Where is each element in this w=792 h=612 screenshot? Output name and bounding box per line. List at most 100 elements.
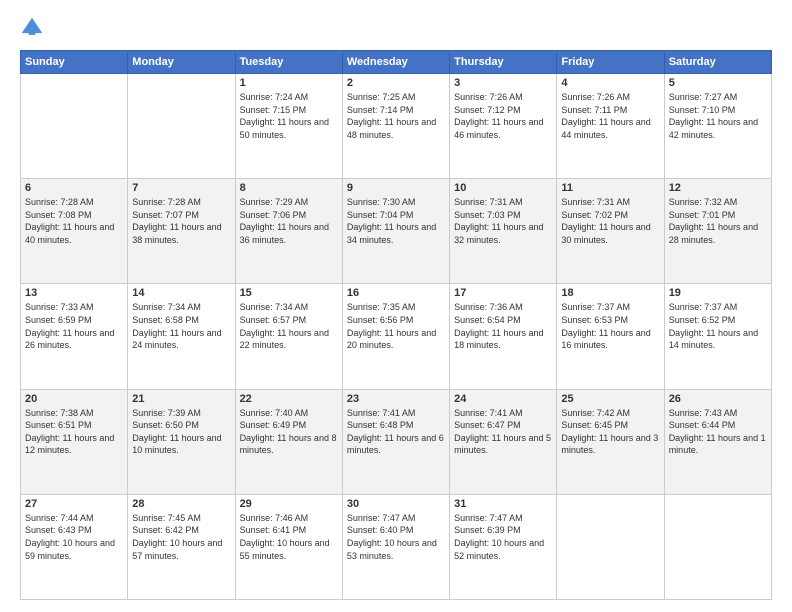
- day-number: 17: [454, 287, 552, 299]
- calendar: SundayMondayTuesdayWednesdayThursdayFrid…: [20, 50, 772, 600]
- day-info: Sunrise: 7:24 AM Sunset: 7:15 PM Dayligh…: [240, 91, 338, 141]
- day-cell: 25Sunrise: 7:42 AM Sunset: 6:45 PM Dayli…: [557, 389, 664, 494]
- day-cell: 1Sunrise: 7:24 AM Sunset: 7:15 PM Daylig…: [235, 74, 342, 179]
- day-info: Sunrise: 7:47 AM Sunset: 6:39 PM Dayligh…: [454, 512, 552, 562]
- day-number: 14: [132, 287, 230, 299]
- day-cell: 21 Sunrise: 7:39 AM Sunset: 6:50 PM Dayli…: [128, 389, 235, 494]
- day-info: Sunrise: 7:33 AM Sunset: 6:59 PM Dayligh…: [25, 301, 123, 351]
- day-cell: 6 Sunrise: 7:28 AM Sunset: 7:08 PM Daylig…: [21, 179, 128, 284]
- day-info: Sunrise: 7:45 AM Sunset: 6:42 PM Dayligh…: [132, 512, 230, 562]
- day-cell: 29 Sunrise: 7:46 AM Sunset: 6:41 PM Dayli…: [235, 494, 342, 599]
- day-cell: 10Sunrise: 7:31 AM Sunset: 7:03 PM Dayli…: [450, 179, 557, 284]
- day-info: Sunrise: 7:37 AM Sunset: 6:53 PM Dayligh…: [561, 301, 659, 351]
- day-info: Sunrise: 7:39 AM Sunset: 6:50 PM Dayligh…: [132, 407, 230, 457]
- day-info: Sunrise: 7:41 AM Sunset: 6:48 PM Dayligh…: [347, 407, 445, 457]
- day-cell: 13Sunrise: 7:33 AM Sunset: 6:59 PM Dayli…: [21, 284, 128, 389]
- day-info: Sunrise: 7:37 AM Sunset: 6:52 PM Dayligh…: [669, 301, 767, 351]
- day-number: 11: [561, 182, 659, 194]
- day-cell: [21, 74, 128, 179]
- day-number: 6: [25, 182, 123, 194]
- logo-icon: [20, 16, 44, 40]
- week-row-0: 1Sunrise: 7:24 AM Sunset: 7:15 PM Daylig…: [21, 74, 772, 179]
- day-cell: 14 Sunrise: 7:34 AM Sunset: 6:58 PM Dayli…: [128, 284, 235, 389]
- day-cell: 9 Sunrise: 7:30 AM Sunset: 7:04 PM Daylig…: [342, 179, 449, 284]
- day-number: 19: [669, 287, 767, 299]
- day-info: Sunrise: 7:25 AM Sunset: 7:14 PM Dayligh…: [347, 91, 445, 141]
- day-cell: 8 Sunrise: 7:29 AM Sunset: 7:06 PM Daylig…: [235, 179, 342, 284]
- day-number: 24: [454, 393, 552, 405]
- day-info: Sunrise: 7:31 AM Sunset: 7:02 PM Dayligh…: [561, 196, 659, 246]
- header-row: SundayMondayTuesdayWednesdayThursdayFrid…: [21, 51, 772, 74]
- week-row-4: 27Sunrise: 7:44 AM Sunset: 6:43 PM Dayli…: [21, 494, 772, 599]
- day-cell: 2 Sunrise: 7:25 AM Sunset: 7:14 PM Daylig…: [342, 74, 449, 179]
- day-info: Sunrise: 7:30 AM Sunset: 7:04 PM Dayligh…: [347, 196, 445, 246]
- day-number: 9: [347, 182, 445, 194]
- day-number: 18: [561, 287, 659, 299]
- day-number: 26: [669, 393, 767, 405]
- day-number: 16: [347, 287, 445, 299]
- day-number: 30: [347, 498, 445, 510]
- day-number: 7: [132, 182, 230, 194]
- header-cell-thursday: Thursday: [450, 51, 557, 74]
- day-cell: [664, 494, 771, 599]
- day-number: 15: [240, 287, 338, 299]
- day-cell: 18 Sunrise: 7:37 AM Sunset: 6:53 PM Dayli…: [557, 284, 664, 389]
- day-info: Sunrise: 7:40 AM Sunset: 6:49 PM Dayligh…: [240, 407, 338, 457]
- header-cell-wednesday: Wednesday: [342, 51, 449, 74]
- day-cell: 7 Sunrise: 7:28 AM Sunset: 7:07 PM Daylig…: [128, 179, 235, 284]
- header: [20, 16, 772, 40]
- day-number: 27: [25, 498, 123, 510]
- day-info: Sunrise: 7:26 AM Sunset: 7:11 PM Dayligh…: [561, 91, 659, 141]
- day-info: Sunrise: 7:26 AM Sunset: 7:12 PM Dayligh…: [454, 91, 552, 141]
- header-cell-tuesday: Tuesday: [235, 51, 342, 74]
- day-cell: 4 Sunrise: 7:26 AM Sunset: 7:11 PM Daylig…: [557, 74, 664, 179]
- day-number: 12: [669, 182, 767, 194]
- week-row-1: 6 Sunrise: 7:28 AM Sunset: 7:08 PM Daylig…: [21, 179, 772, 284]
- day-number: 10: [454, 182, 552, 194]
- week-row-2: 13Sunrise: 7:33 AM Sunset: 6:59 PM Dayli…: [21, 284, 772, 389]
- day-info: Sunrise: 7:28 AM Sunset: 7:07 PM Dayligh…: [132, 196, 230, 246]
- day-info: Sunrise: 7:27 AM Sunset: 7:10 PM Dayligh…: [669, 91, 767, 141]
- day-cell: 19 Sunrise: 7:37 AM Sunset: 6:52 PM Dayli…: [664, 284, 771, 389]
- day-number: 21: [132, 393, 230, 405]
- day-info: Sunrise: 7:38 AM Sunset: 6:51 PM Dayligh…: [25, 407, 123, 457]
- day-number: 2: [347, 77, 445, 89]
- day-cell: 27Sunrise: 7:44 AM Sunset: 6:43 PM Dayli…: [21, 494, 128, 599]
- day-number: 29: [240, 498, 338, 510]
- day-cell: [557, 494, 664, 599]
- day-info: Sunrise: 7:34 AM Sunset: 6:58 PM Dayligh…: [132, 301, 230, 351]
- day-cell: 20 Sunrise: 7:38 AM Sunset: 6:51 PM Dayli…: [21, 389, 128, 494]
- day-cell: 17 Sunrise: 7:36 AM Sunset: 6:54 PM Dayli…: [450, 284, 557, 389]
- day-info: Sunrise: 7:36 AM Sunset: 6:54 PM Dayligh…: [454, 301, 552, 351]
- header-cell-monday: Monday: [128, 51, 235, 74]
- day-number: 31: [454, 498, 552, 510]
- day-cell: 31 Sunrise: 7:47 AM Sunset: 6:39 PM Dayli…: [450, 494, 557, 599]
- day-number: 8: [240, 182, 338, 194]
- day-info: Sunrise: 7:35 AM Sunset: 6:56 PM Dayligh…: [347, 301, 445, 351]
- day-info: Sunrise: 7:47 AM Sunset: 6:40 PM Dayligh…: [347, 512, 445, 562]
- day-number: 5: [669, 77, 767, 89]
- day-cell: 5 Sunrise: 7:27 AM Sunset: 7:10 PM Daylig…: [664, 74, 771, 179]
- day-info: Sunrise: 7:28 AM Sunset: 7:08 PM Dayligh…: [25, 196, 123, 246]
- day-number: 25: [561, 393, 659, 405]
- day-cell: 16 Sunrise: 7:35 AM Sunset: 6:56 PM Dayli…: [342, 284, 449, 389]
- header-cell-sunday: Sunday: [21, 51, 128, 74]
- page: SundayMondayTuesdayWednesdayThursdayFrid…: [0, 0, 792, 612]
- day-cell: 24 Sunrise: 7:41 AM Sunset: 6:47 PM Dayli…: [450, 389, 557, 494]
- day-number: 28: [132, 498, 230, 510]
- day-cell: 11 Sunrise: 7:31 AM Sunset: 7:02 PM Dayli…: [557, 179, 664, 284]
- day-number: 22: [240, 393, 338, 405]
- day-info: Sunrise: 7:41 AM Sunset: 6:47 PM Dayligh…: [454, 407, 552, 457]
- day-cell: 23Sunrise: 7:41 AM Sunset: 6:48 PM Dayli…: [342, 389, 449, 494]
- day-number: 3: [454, 77, 552, 89]
- day-cell: 3 Sunrise: 7:26 AM Sunset: 7:12 PM Daylig…: [450, 74, 557, 179]
- day-info: Sunrise: 7:43 AM Sunset: 6:44 PM Dayligh…: [669, 407, 767, 457]
- day-cell: 30 Sunrise: 7:47 AM Sunset: 6:40 PM Dayli…: [342, 494, 449, 599]
- day-info: Sunrise: 7:46 AM Sunset: 6:41 PM Dayligh…: [240, 512, 338, 562]
- day-info: Sunrise: 7:32 AM Sunset: 7:01 PM Dayligh…: [669, 196, 767, 246]
- day-cell: 22 Sunrise: 7:40 AM Sunset: 6:49 PM Dayli…: [235, 389, 342, 494]
- header-cell-saturday: Saturday: [664, 51, 771, 74]
- day-number: 4: [561, 77, 659, 89]
- day-number: 20: [25, 393, 123, 405]
- day-info: Sunrise: 7:29 AM Sunset: 7:06 PM Dayligh…: [240, 196, 338, 246]
